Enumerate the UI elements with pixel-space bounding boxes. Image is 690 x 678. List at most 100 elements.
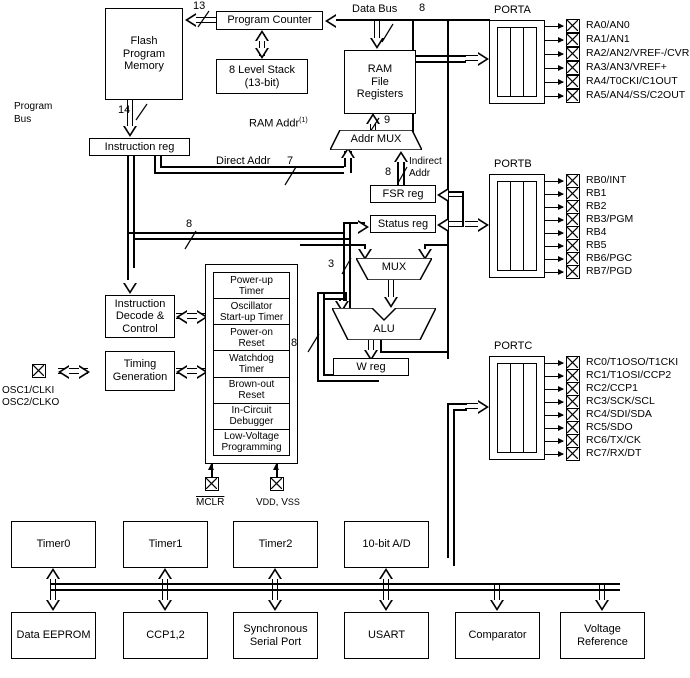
width-label-direct-addr: 7: [287, 155, 294, 167]
label-power: VDD, VSS: [256, 497, 300, 508]
portb-col: [498, 182, 511, 270]
pad-portc-pin: [566, 447, 580, 461]
portc-col: [524, 364, 536, 452]
data-eeprom-line1: Data EEPROM: [16, 629, 91, 642]
mux-label: MUX: [381, 261, 407, 273]
arrow-comparator-down: [490, 600, 504, 611]
pin-label-rc3: RC3/SCK/SCL: [586, 395, 655, 407]
pad-portc-pin: [566, 369, 580, 383]
block-voltage-reference: Voltage Reference: [560, 612, 645, 659]
portb-col: [511, 182, 524, 270]
w-reg-label: W reg: [356, 360, 386, 373]
arrow-indirect-to-mux: [394, 151, 408, 162]
alu-label: ALU: [373, 323, 395, 335]
porta-col: [524, 28, 536, 96]
decode-line2: Decode &: [115, 310, 165, 323]
addr-mux-label: Addr MUX: [350, 133, 402, 145]
vss-sub: SS: [287, 497, 300, 507]
line-porta-tap2: [412, 61, 466, 63]
line-fsr-tap-v: [462, 191, 464, 227]
ssp-line1: Synchronous: [243, 622, 308, 635]
reset-row-power-on-reset: Power-on Reset: [214, 325, 289, 352]
width-label-mux-sel: 3: [328, 258, 335, 270]
block-portb: [489, 174, 545, 278]
line-portc-down-v2: [453, 409, 455, 566]
pin-label-rc6: RC6/TX/CK: [586, 434, 641, 446]
line-instrbus-h1: [127, 232, 343, 234]
block-reset-and-timer-stack: Power-up Timer Oscillator Start-up Timer…: [205, 264, 298, 464]
pin-label-ra0: RA0/AN0: [586, 19, 630, 31]
block-w-reg: W reg: [333, 358, 409, 376]
ccp-line1: CCP1,2: [146, 629, 185, 642]
arrow-databus-to-pc: [325, 14, 336, 28]
block-ram-file-registers: RAM File Registers: [344, 50, 416, 114]
pin-label-rb4: RB4: [586, 226, 607, 238]
label-indirect-addr-line1: Indirect: [409, 156, 442, 167]
block-status-reg: Status reg: [370, 215, 436, 233]
arrow-timer0-up: [46, 568, 60, 579]
block-level-stack: 8 Level Stack (13-bit): [216, 59, 308, 94]
row-line1: Brown-out: [228, 379, 275, 391]
line-instrbus-v1: [127, 156, 129, 280]
block-timer2: Timer2: [233, 521, 318, 568]
line-databus-spine-horizontal: [412, 19, 490, 21]
decode-line1: Instruction: [114, 297, 166, 310]
arrow-portc-pin: [558, 372, 564, 379]
pin-label-ra5: RA5/AN4/SS/C2OUT: [586, 89, 686, 101]
pad-portb-pin: [566, 174, 580, 188]
label-program-bus-line2: Bus: [14, 114, 32, 125]
porta-inner: [497, 27, 537, 97]
timer0-label: Timer0: [36, 538, 71, 551]
arrow-portb-pin: [558, 177, 564, 184]
row-line2: Debugger: [229, 416, 274, 428]
bus-ssp-connector: [272, 583, 278, 601]
arrow-vref-down: [595, 600, 609, 611]
block-data-eeprom: Data EEPROM: [11, 612, 96, 659]
arrow-timer2-up: [268, 568, 282, 579]
pad-portc-pin: [566, 395, 580, 409]
arrow-portb-pin: [558, 190, 564, 197]
arrow-eeprom-down: [46, 600, 60, 611]
pin-label-rc2: RC2/CCP1: [586, 382, 638, 394]
arrow-porta-pin: [558, 92, 564, 99]
flash-line1: Flash: [130, 35, 158, 48]
width-slash-instrbus: [183, 229, 199, 256]
row-line2: Start-up Timer: [219, 311, 284, 323]
label-osc2: OSC2/CLKO: [2, 397, 60, 408]
arrow-portc-pin: [558, 359, 564, 366]
width-slash-mux-sel: [340, 256, 354, 281]
porta-col: [511, 28, 524, 96]
pad-porta-pin: [566, 33, 580, 47]
pin-label-rb6: RB6/PGC: [586, 252, 633, 264]
row-line1: Watchdog: [229, 352, 274, 364]
block-timer1: Timer1: [123, 521, 208, 568]
portc-col: [498, 364, 511, 452]
width-label-alu-w: 8: [291, 337, 298, 349]
line-portc-down-v1: [447, 403, 449, 558]
row-line2: Programming: [221, 442, 282, 454]
ram-line1: RAM: [367, 63, 393, 76]
arrow-porta-pin: [558, 36, 564, 43]
vref-line2: Reference: [577, 635, 628, 648]
pad-power: [270, 477, 284, 491]
pad-portb-pin: [566, 252, 580, 266]
pin-label-rb7: RB7/PGD: [586, 265, 633, 277]
fsr-reg-label: FSR reg: [382, 187, 424, 200]
arrow-databus-to-porta: [478, 52, 489, 66]
label-portc: PORTC: [494, 340, 533, 352]
ram-line2: File: [371, 75, 389, 88]
stack-line1: 8 Level Stack: [228, 63, 296, 76]
arrow-timer1-up: [158, 568, 172, 579]
pad-porta-pin: [566, 61, 580, 75]
row-line1: Oscillator: [230, 300, 273, 312]
pin-label-rb0: RB0/INT: [586, 174, 627, 186]
block-fsr-reg: FSR reg: [370, 185, 436, 203]
arrow-portb-pin: [558, 203, 564, 210]
reset-row-brown-out-reset: Brown-out Reset: [214, 378, 289, 404]
comparator-line1: Comparator: [468, 629, 527, 642]
arrow-portb-pin: [558, 216, 564, 223]
arrow-usart-down: [379, 600, 393, 611]
arrow-program-bus: [123, 126, 137, 137]
bus-mux-to-alu: [388, 280, 394, 298]
label-data-bus: Data Bus: [352, 3, 398, 15]
